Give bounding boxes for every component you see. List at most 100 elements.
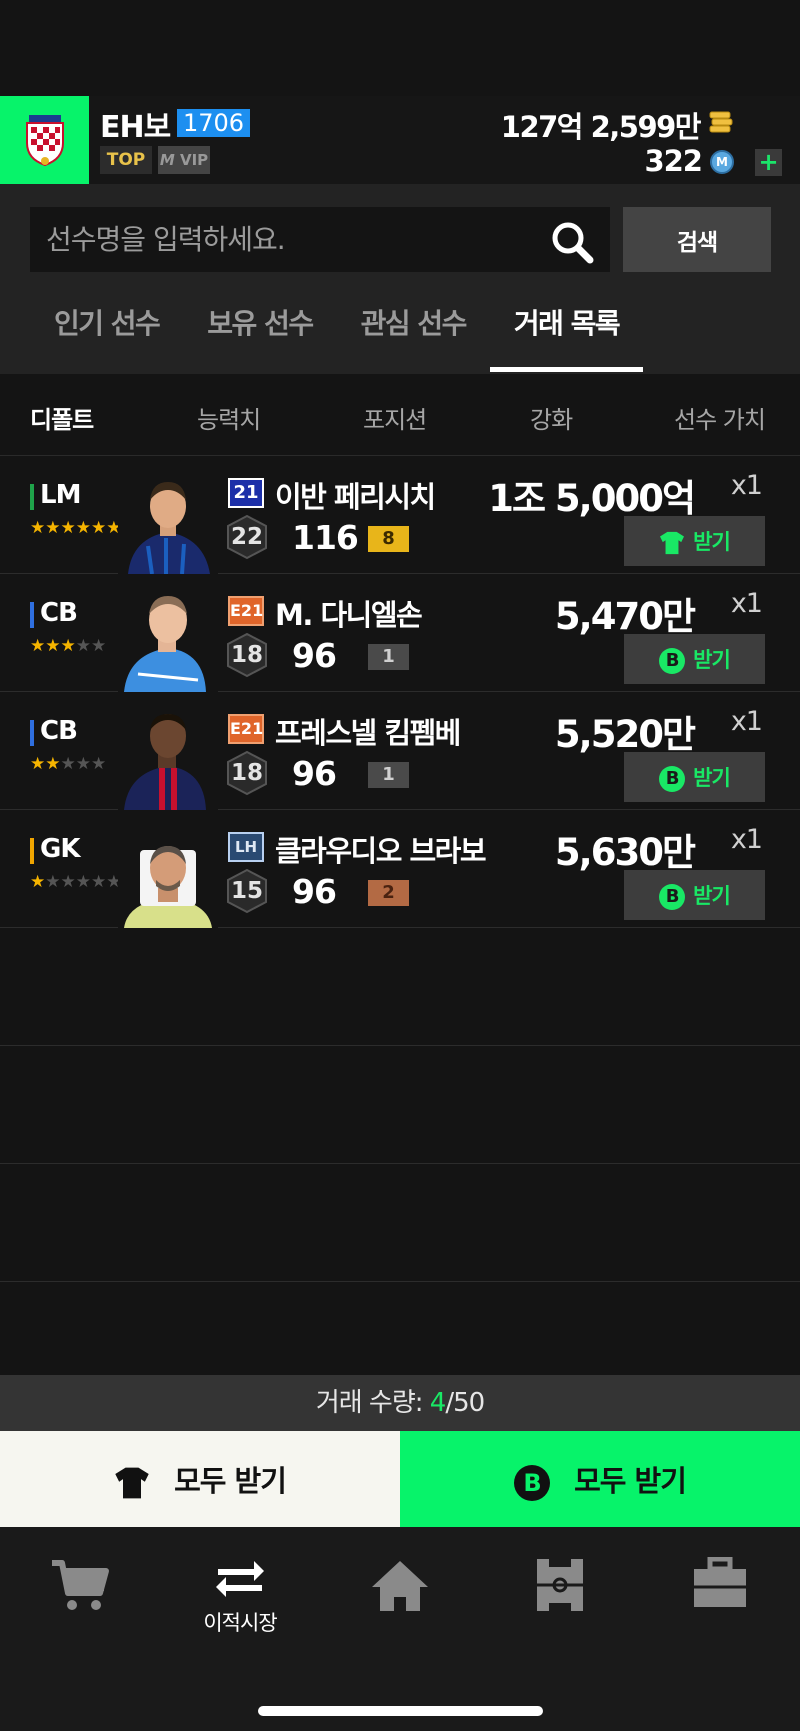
vip-label: VIP <box>179 151 209 169</box>
position-color-bar <box>30 484 34 510</box>
player-photo <box>118 466 218 574</box>
claim-all-label: 모두 받기 <box>174 1464 287 1498</box>
briefcase-icon <box>694 1556 746 1607</box>
cart-icon <box>52 1560 109 1610</box>
trade-count-current: 4 <box>429 1388 447 1418</box>
tab-favorites[interactable]: 관심 선수 <box>361 296 468 374</box>
b-coin-icon: B <box>659 884 686 910</box>
player-name: M. 다니엘손 <box>275 598 423 632</box>
player-photo <box>118 702 218 810</box>
position-color-bar <box>30 720 34 746</box>
nav-inventory[interactable] <box>670 1556 770 1613</box>
player-photo <box>118 820 218 928</box>
shirt-icon <box>115 1467 149 1499</box>
b-coin-icon: B <box>659 648 686 674</box>
empty-row <box>0 928 800 1046</box>
player-stat: 96 <box>292 636 337 675</box>
player-price: 5,630만 <box>554 831 696 874</box>
trade-row[interactable]: CB ★★★★★ E21 18 프레스넬 킴펨베 96 1 5,520만 x1 … <box>0 692 800 810</box>
player-position: CB <box>40 716 78 746</box>
quantity: x1 <box>730 470 763 501</box>
search-input[interactable] <box>30 207 610 272</box>
trade-row[interactable]: CB ★★★★★ E21 18 M. 다니엘손 96 1 5,470만 x1 B… <box>0 574 800 692</box>
money-balance: 127억 2,599만 <box>500 110 702 144</box>
receive-label: 받기 <box>693 648 731 672</box>
player-position: CB <box>40 598 78 628</box>
player-price: 5,470만 <box>554 595 696 638</box>
nav-shop[interactable] <box>30 1557 130 1617</box>
enhance-grade: 8 <box>368 526 409 552</box>
sort-enhance[interactable]: 강화 <box>530 400 573 435</box>
star-rating: ★★★★★★ <box>30 872 122 892</box>
username: EH보 <box>100 110 171 145</box>
vip-badge: M VIP <box>158 146 210 174</box>
claim-all-coins-button[interactable]: B 모두 받기 <box>400 1431 800 1527</box>
nav-transfer-market[interactable]: 이적시장 <box>190 1557 290 1637</box>
empty-row <box>0 1164 800 1282</box>
user-header: EH보 1706 TOP M VIP 127억 2,599만 322 M + <box>0 96 800 184</box>
quantity: x1 <box>730 824 763 855</box>
search-button[interactable]: 검색 <box>623 207 771 272</box>
player-ovr: 18 <box>230 642 263 668</box>
trade-count: 거래 수량: 4/50 <box>0 1375 800 1431</box>
nav-home[interactable] <box>350 1557 450 1617</box>
player-photo <box>118 584 218 692</box>
claim-all-items-button[interactable]: 모두 받기 <box>0 1431 400 1527</box>
home-indicator[interactable] <box>258 1706 543 1716</box>
player-position: GK <box>40 834 80 864</box>
star-rating: ★★★★★★ <box>30 518 122 538</box>
position-color-bar <box>30 838 34 864</box>
coin-stack-icon <box>709 111 733 133</box>
quantity: x1 <box>730 588 763 619</box>
tab-bar: 인기 선수 보유 선수 관심 선수 거래 목록 <box>30 296 667 374</box>
receive-button[interactable]: 받기 <box>624 516 765 566</box>
enhance-grade: 2 <box>368 880 409 906</box>
receive-button[interactable]: B 받기 <box>624 870 765 920</box>
pitch-icon <box>537 1559 583 1611</box>
tab-popular[interactable]: 인기 선수 <box>54 296 161 374</box>
quantity: x1 <box>730 706 763 737</box>
receive-button[interactable]: B 받기 <box>624 634 765 684</box>
shirt-icon <box>660 531 685 555</box>
enhance-grade: 1 <box>368 644 409 670</box>
search-area: 검색 인기 선수 보유 선수 관심 선수 거래 목록 <box>0 184 800 374</box>
level-badge: 1706 <box>177 109 251 137</box>
club-crest[interactable] <box>0 96 89 184</box>
sort-ability[interactable]: 능력치 <box>197 400 261 435</box>
receive-label: 받기 <box>693 766 731 790</box>
search-icon[interactable] <box>550 220 594 264</box>
player-ovr: 15 <box>230 878 263 904</box>
trade-row[interactable]: LM ★★★★★★ 21 22 이반 페리시치 116 8 1조 5,000억 … <box>0 456 800 574</box>
tab-owned[interactable]: 보유 선수 <box>207 296 314 374</box>
points-balance: 322 <box>644 144 703 178</box>
player-ovr: 18 <box>230 760 263 786</box>
transfer-arrows-icon <box>216 1561 264 1597</box>
star-rating: ★★★★★ <box>30 754 107 774</box>
player-name: 프레스넬 킴펨베 <box>275 716 461 750</box>
tab-trade-list[interactable]: 거래 목록 <box>489 296 644 374</box>
season-badge: E21 <box>228 714 264 744</box>
add-points-button[interactable]: + <box>755 149 782 176</box>
sort-default[interactable]: 디폴트 <box>30 400 94 435</box>
sort-value[interactable]: 선수 가치 <box>674 400 766 435</box>
empty-row <box>0 1046 800 1164</box>
m-coin-icon: M <box>710 150 734 174</box>
receive-label: 받기 <box>693 530 731 554</box>
sort-position[interactable]: 포지션 <box>363 400 427 435</box>
position-color-bar <box>30 602 34 628</box>
trade-row[interactable]: GK ★★★★★★ LH 15 클라우디오 브라보 96 2 5,630만 x1… <box>0 810 800 928</box>
nav-squad[interactable] <box>510 1557 610 1617</box>
sort-bar: 디폴트 능력치 포지션 강화 선수 가치 <box>0 374 800 456</box>
season-badge: E21 <box>228 596 264 626</box>
player-name: 클라우디오 브라보 <box>275 834 487 868</box>
claim-all-label: 모두 받기 <box>574 1463 687 1498</box>
player-price: 1조 5,000억 <box>488 477 696 520</box>
player-ovr: 22 <box>230 524 263 550</box>
star-rating: ★★★★★ <box>30 636 107 656</box>
season-badge: 21 <box>228 478 264 508</box>
top-badge: TOP <box>100 146 152 174</box>
player-stat: 96 <box>292 754 337 793</box>
trade-count-max: /50 <box>445 1388 485 1418</box>
season-badge: LH <box>228 832 264 862</box>
receive-button[interactable]: B 받기 <box>624 752 765 802</box>
